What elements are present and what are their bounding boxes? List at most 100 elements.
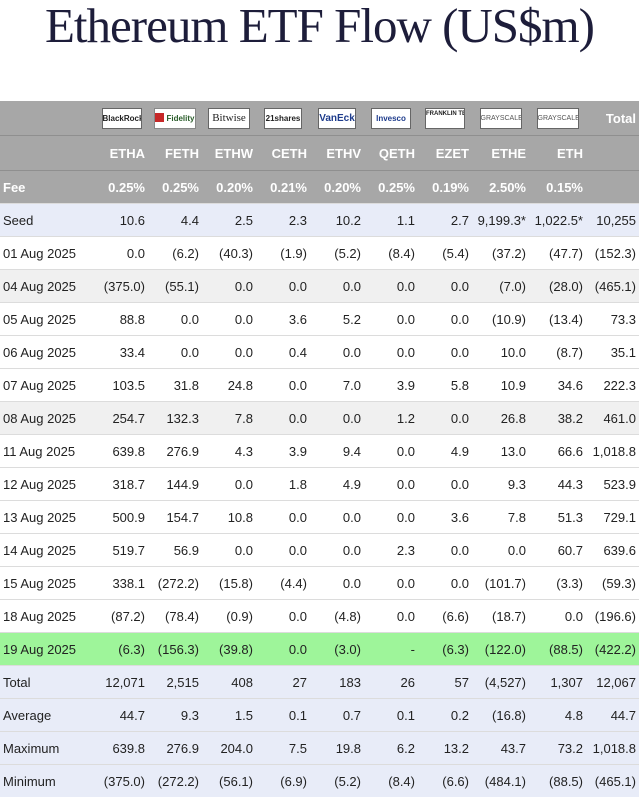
flow-cell: 276.9 <box>148 434 202 467</box>
flow-cell: (6.6) <box>418 599 472 632</box>
flow-cell: 0.0 <box>310 566 364 599</box>
flow-cell: 3.6 <box>418 500 472 533</box>
table-row: 06 Aug 2025 33.4 0.0 0.0 0.4 0.0 0.0 0.0 10.0 (8.… <box>0 335 639 368</box>
flow-cell: 2.3 <box>364 533 418 566</box>
flow-cell: (6.2) <box>148 236 202 269</box>
flow-cell: 57 <box>418 665 472 698</box>
flow-cell: 0.0 <box>418 533 472 566</box>
flow-cell: 0.0 <box>364 302 418 335</box>
grayscale-logo: GRAYSCALE <box>479 107 522 129</box>
flow-cell: 4.8 <box>529 698 586 731</box>
flow-cell: 0.0 <box>364 335 418 368</box>
table-row: 11 Aug 2025 639.8 276.9 4.3 3.9 9.4 0.0 4.9 13.0… <box>0 434 639 467</box>
fee-label: Fee <box>0 170 95 203</box>
flow-cell: 26 <box>364 665 418 698</box>
flow-cell: (47.7) <box>529 236 586 269</box>
row-label: 13 Aug 2025 <box>0 500 95 533</box>
row-label: 07 Aug 2025 <box>0 368 95 401</box>
flow-cell: 2.7 <box>418 203 472 236</box>
flow-cell: (55.1) <box>148 269 202 302</box>
flow-cell: 0.0 <box>202 533 256 566</box>
fee-cell: 2.50% <box>472 170 529 203</box>
flow-cell: 4.3 <box>202 434 256 467</box>
row-label: 01 Aug 2025 <box>0 236 95 269</box>
table-row: 04 Aug 2025 (375.0) (55.1) 0.0 0.0 0.0 0.0 0.0(… <box>0 269 639 302</box>
table-row: 12 Aug 2025 318.7 144.9 0.0 1.8 4.9 0.0 0.0 9.3 4… <box>0 467 639 500</box>
flow-cell: 2,515 <box>148 665 202 698</box>
fee-row: Fee 0.25% 0.25% 0.20% 0.21% 0.20% 0.25% 0.19% 2.… <box>0 170 639 203</box>
flow-cell: 3.9 <box>256 434 310 467</box>
total-cell: (465.1) <box>586 269 639 302</box>
ticker-cell: FETH <box>148 135 202 170</box>
flow-cell: 51.3 <box>529 500 586 533</box>
issuer-logo-cell: Bitwise <box>202 101 256 135</box>
flow-cell: 4.4 <box>148 203 202 236</box>
flow-cell: 103.5 <box>95 368 148 401</box>
row-label: 12 Aug 2025 <box>0 467 95 500</box>
total-cell: 523.9 <box>586 467 639 500</box>
flow-cell: 0.2 <box>418 698 472 731</box>
fee-cell: 0.25% <box>148 170 202 203</box>
ticker-row: ETHA FETH ETHW CETH ETHV QETH EZET ETHE ETH <box>0 135 639 170</box>
flow-cell: 43.7 <box>472 731 529 764</box>
flow-cell: (3.3) <box>529 566 586 599</box>
table-row: 14 Aug 2025 519.7 56.9 0.0 0.0 0.0 2.3 0.0 0.0 60… <box>0 533 639 566</box>
flow-cell: 3.9 <box>364 368 418 401</box>
flow-cell: 44.3 <box>529 467 586 500</box>
fee-cell: 0.15% <box>529 170 586 203</box>
flow-cell: (0.9) <box>202 599 256 632</box>
flow-cell: 0.0 <box>364 269 418 302</box>
summary-row: Minimum (375.0) (272.2) (56.1) (6.9) (5.2) (8.… <box>0 764 639 797</box>
flow-cell: (10.9) <box>472 302 529 335</box>
fee-cell: 0.25% <box>95 170 148 203</box>
flow-cell: (1.9) <box>256 236 310 269</box>
flow-cell: (28.0) <box>529 269 586 302</box>
flow-cell: 10.9 <box>472 368 529 401</box>
flow-cell: (101.7) <box>472 566 529 599</box>
flow-cell: 0.0 <box>95 236 148 269</box>
header-blank-cell <box>586 170 639 203</box>
invesco-logo: Invesco <box>371 107 411 129</box>
flow-cell: 73.2 <box>529 731 586 764</box>
flow-cell: (8.7) <box>529 335 586 368</box>
flow-cell: 0.0 <box>418 467 472 500</box>
table-row: 18 Aug 2025 (87.2) (78.4) (0.9) 0.0 (4.8) 0.0(… <box>0 599 639 632</box>
flow-cell: 0.0 <box>202 302 256 335</box>
flow-cell: 0.0 <box>256 599 310 632</box>
total-cell: 639.6 <box>586 533 639 566</box>
ticker-cell: QETH <box>364 135 418 170</box>
flow-cell: (4.4) <box>256 566 310 599</box>
flow-cell: 1.5 <box>202 698 256 731</box>
flow-cell: 1,022.5* <box>529 203 586 236</box>
flow-cell: 60.7 <box>529 533 586 566</box>
flow-cell: 0.0 <box>148 302 202 335</box>
flow-cell: 0.0 <box>418 335 472 368</box>
total-cell: 461.0 <box>586 401 639 434</box>
flow-cell: (272.2) <box>148 566 202 599</box>
flow-cell: 38.2 <box>529 401 586 434</box>
flow-cell: 7.0 <box>310 368 364 401</box>
ticker-cell: ETHE <box>472 135 529 170</box>
issuer-logo-cell: FRANKLIN TEMPLETON <box>418 101 472 135</box>
flow-cell: 4.9 <box>310 467 364 500</box>
flow-cell: (4.8) <box>310 599 364 632</box>
21shares-logo: 21shares <box>264 107 302 129</box>
flow-cell: (56.1) <box>202 764 256 797</box>
flow-cell: 31.8 <box>148 368 202 401</box>
flow-cell: (13.4) <box>529 302 586 335</box>
row-label: Total <box>0 665 95 698</box>
flow-cell: 500.9 <box>95 500 148 533</box>
total-cell: 10,255 <box>586 203 639 236</box>
flow-cell: 88.8 <box>95 302 148 335</box>
table-row: 08 Aug 2025 254.7 132.3 7.8 0.0 0.0 1.2 0.0 26.8… <box>0 401 639 434</box>
total-cell: 73.3 <box>586 302 639 335</box>
flow-cell: 0.0 <box>418 566 472 599</box>
flow-cell: 24.8 <box>202 368 256 401</box>
total-cell: 44.7 <box>586 698 639 731</box>
flow-cell: 519.7 <box>95 533 148 566</box>
header-blank-cell <box>0 135 95 170</box>
flow-cell: 0.0 <box>202 467 256 500</box>
flow-cell: 7.5 <box>256 731 310 764</box>
flow-cell: 5.2 <box>310 302 364 335</box>
bitwise-logo: Bitwise <box>208 107 250 129</box>
